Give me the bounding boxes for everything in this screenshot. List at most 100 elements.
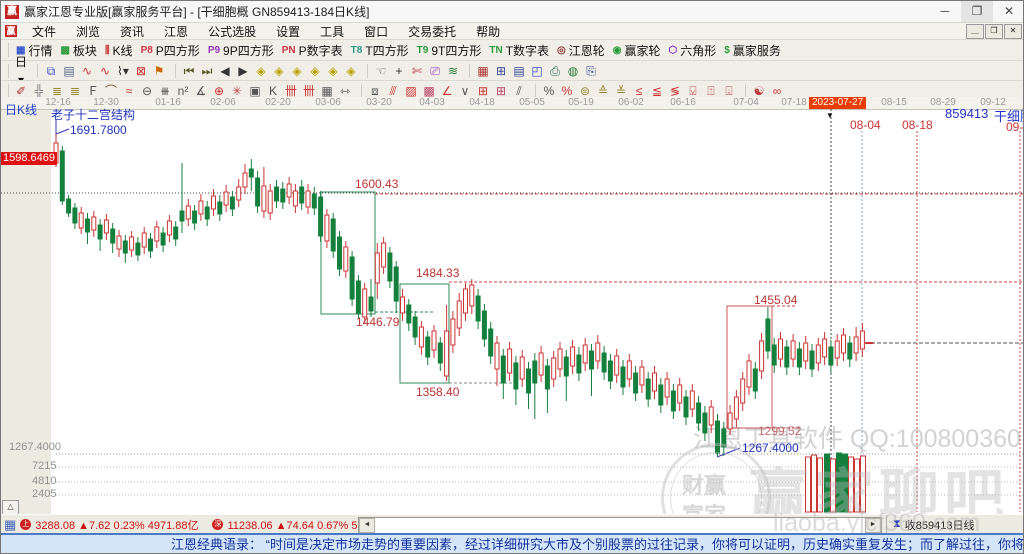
- candle-body: [192, 210, 198, 224]
- candle-body: [809, 350, 815, 370]
- candle-body: [255, 177, 261, 207]
- candle-body: [274, 186, 279, 202]
- candle-body: [765, 318, 771, 352]
- left-price-level-box: 1598.6469: [1, 152, 57, 165]
- toolbar-hexagon-button[interactable]: ⬡ 六角形: [669, 42, 717, 59]
- candle-style-dropdown-icon[interactable]: ⌇▾: [114, 62, 132, 80]
- candle-body: [796, 348, 802, 368]
- mdi-close-button[interactable]: ✕: [1004, 23, 1022, 39]
- candle-body: [847, 342, 853, 360]
- window-minimize-button[interactable]: ─: [929, 1, 961, 22]
- scroll-left-arrow[interactable]: ◄: [359, 518, 375, 533]
- mdi-restore-button[interactable]: ❐: [985, 23, 1003, 39]
- crosshair-tool-icon[interactable]: +: [390, 62, 408, 80]
- navigation-toolbar: 日▾⧉▤∿∿⌇▾⊠⚑⏮⏭◀▶◈◈◈◈◈◈☜+✄⎚≋▦⊞▤◰⎙◍⎘: [1, 55, 1023, 87]
- candle-body: [834, 340, 840, 359]
- menu-formula-stock-pick[interactable]: 公式选股: [198, 23, 266, 40]
- candle-body: [425, 336, 431, 358]
- mdi-minimize-button[interactable]: ＿: [966, 23, 984, 39]
- menu-browse[interactable]: 浏览: [66, 23, 110, 40]
- data-transfer-icon[interactable]: ⎘: [582, 62, 600, 80]
- window-maximize-button[interactable]: ❐: [961, 1, 993, 22]
- menu-window[interactable]: 窗口: [354, 23, 398, 40]
- chart-horizontal-scrollbar[interactable]: ◄ ►: [358, 517, 882, 534]
- gann-diamond-3-icon[interactable]: ◈: [288, 62, 306, 80]
- step-back-icon[interactable]: ◀: [216, 62, 234, 80]
- gann-diamond-6-icon[interactable]: ◈: [342, 62, 360, 80]
- candle-body: [400, 296, 405, 314]
- candle-body: [72, 207, 78, 224]
- calculator-tool-icon[interactable]: ⊞: [492, 62, 510, 80]
- menu-logo-icon: 赢: [5, 25, 17, 37]
- candle-body: [746, 360, 752, 388]
- data-download-icon[interactable]: ◍: [564, 62, 582, 80]
- chart-window-icon[interactable]: ⧉: [42, 62, 60, 80]
- candle-body: [154, 226, 160, 242]
- kline-erase-icon[interactable]: ⊠: [132, 62, 150, 80]
- candle-body: [841, 334, 846, 354]
- step-forward-icon[interactable]: ▶: [234, 62, 252, 80]
- candle-body: [91, 216, 97, 231]
- quote-board-icon[interactable]: ▤: [60, 62, 78, 80]
- candle-body: [179, 210, 185, 222]
- flag-marker-icon[interactable]: ⚑: [150, 62, 168, 80]
- candle-body: [639, 366, 645, 386]
- menu-gann[interactable]: 江恩: [154, 23, 198, 40]
- menu-help[interactable]: 帮助: [466, 23, 510, 40]
- volume-bar: [824, 453, 830, 513]
- candle-body: [828, 346, 834, 366]
- trend-line-red-icon[interactable]: ∿: [78, 62, 96, 80]
- hand-tool-icon[interactable]: ☜: [372, 62, 390, 80]
- hourglass-icon: ⧗: [893, 518, 901, 530]
- gann-diamond-1-icon[interactable]: ◈: [252, 62, 270, 80]
- menu-trade-order[interactable]: 交易委托: [398, 23, 466, 40]
- candle-body: [211, 195, 216, 210]
- gann-diamond-5-icon[interactable]: ◈: [324, 62, 342, 80]
- menu-news[interactable]: 资讯: [110, 23, 154, 40]
- candle-body: [481, 310, 487, 340]
- annotation-pointer-line: [716, 447, 741, 458]
- candle-body: [286, 183, 292, 198]
- candle-body: [305, 190, 311, 208]
- candle-body: [337, 236, 342, 270]
- title-bar[interactable]: 赢 赢家江恩专业版[赢家服务平台] - [干细胞概 GN859413-184日K…: [1, 1, 1023, 23]
- volume-bar: [836, 452, 842, 513]
- menu-file[interactable]: 文件: [22, 23, 66, 40]
- trend-line-red2-icon[interactable]: ∿: [96, 62, 114, 80]
- candle-body: [733, 396, 739, 420]
- candle-body: [570, 346, 576, 367]
- candle-body: [280, 188, 286, 203]
- gann-diamond-4-icon[interactable]: ◈: [306, 62, 324, 80]
- save-layout-icon[interactable]: ◰: [528, 62, 546, 80]
- candle-body: [822, 338, 828, 358]
- candle-body: [784, 346, 790, 368]
- report-tool-icon[interactable]: ▤: [510, 62, 528, 80]
- kline-chart-canvas[interactable]: [1, 97, 1024, 514]
- candle-body: [689, 390, 695, 410]
- measure-tool-icon[interactable]: ✄: [408, 62, 426, 80]
- toolbar-winner-service-button[interactable]: $ 赢家服务: [724, 42, 781, 59]
- calendar-tool-icon[interactable]: ▦: [474, 62, 492, 80]
- candle-body: [318, 196, 324, 237]
- jump-last-icon[interactable]: ⏭: [198, 62, 216, 80]
- jump-first-icon[interactable]: ⏮: [180, 62, 198, 80]
- scroll-right-arrow[interactable]: ►: [865, 518, 881, 533]
- window-close-button[interactable]: ✕: [993, 1, 1023, 22]
- menu-tools[interactable]: 工具: [310, 23, 354, 40]
- gann-diamond-2-icon[interactable]: ◈: [270, 62, 288, 80]
- toolbar-winner-wheel-button[interactable]: ◉ 赢家轮: [613, 42, 661, 59]
- gann-frame-tool-icon[interactable]: ⎚: [426, 62, 444, 80]
- volume-pane-collapse-button[interactable]: △: [2, 500, 19, 515]
- wave-tool-icon[interactable]: ≋: [444, 62, 462, 80]
- print-tool-icon[interactable]: ⎙: [546, 62, 564, 80]
- candle-body: [85, 218, 90, 233]
- candle-body: [544, 365, 550, 390]
- menu-settings[interactable]: 设置: [266, 23, 310, 40]
- candle-body: [576, 354, 582, 374]
- candle-body: [645, 378, 651, 400]
- candle-body: [778, 338, 783, 360]
- candle-body: [292, 190, 298, 207]
- candle-body: [122, 240, 128, 254]
- quote-grid-icon[interactable]: ▦: [4, 517, 16, 533]
- shanghai-index-quote[interactable]: 3288.08 ▲7.62 0.23% 4971.88亿: [35, 517, 198, 533]
